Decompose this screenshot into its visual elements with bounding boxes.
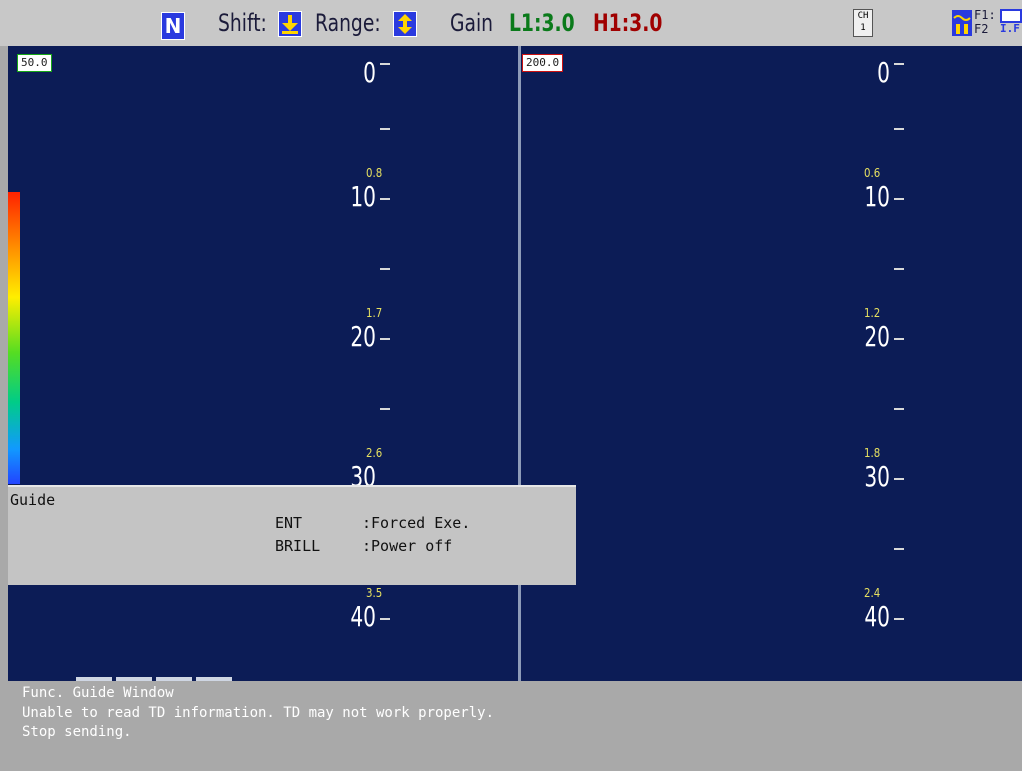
message-line-2: Stop sending. [22,724,132,740]
channel-number: 1 [860,23,866,33]
message-line-1: Unable to read TD information. TD may no… [22,705,495,721]
message-title: Func. Guide Window [22,685,174,701]
right-range-box: 200.0 [522,54,564,72]
right-depth-mark: 10 [864,180,890,213]
left-depth-mark: 0 [363,56,376,89]
f1-box [1000,9,1022,23]
right-tick [894,618,904,620]
guide-desc-brill: :Power off [362,537,453,555]
f2-label: F2 [974,22,989,36]
channel-indicator: CH 1 [853,9,873,37]
right-sub-value: 2.4 [864,586,881,600]
f2-value: I.F [1000,22,1020,35]
left-tick [380,198,390,200]
right-tick [894,408,904,410]
right-depth-mark: 0 [877,56,890,89]
right-tick [894,338,904,340]
gain-high-value: H1:3.0 [593,9,663,37]
range-label: Range: [315,9,381,37]
right-sub-value: 1.8 [864,446,881,460]
left-range-box: 50.0 [17,54,52,72]
left-sub-value: 0.8 [366,166,383,180]
guide-window: Guide ENT :Forced Exe. BRILL :Power off [8,485,576,585]
f1-label: F1: [974,8,996,22]
left-sub-value: 2.6 [366,446,383,460]
shift-arrow-icon[interactable] [278,11,302,37]
gain-low-value: L1:3.0 [509,9,575,37]
echo-mode-icon [952,10,972,36]
right-tick [894,478,904,480]
right-tick [894,548,904,550]
function-guide-window: Func. Guide Window Unable to read TD inf… [8,681,1022,771]
guide-desc-ent: :Forced Exe. [362,514,471,532]
left-depth-mark: 40 [350,600,376,633]
left-tick [380,128,390,130]
left-tick [380,63,390,65]
shift-label: Shift: [218,9,267,37]
right-tick [894,63,904,65]
left-depth-mark: 20 [350,320,376,353]
guide-title: Guide [10,491,56,509]
guide-key-brill: BRILL [275,537,321,555]
mode-indicator: N [161,12,185,40]
channel-label: CH [857,11,869,21]
left-tick [380,408,390,410]
range-arrows-icon[interactable] [393,11,417,37]
status-bar: N Shift: Range: Gain L1:3.0 H1:3.0 CH 1 … [0,0,1022,46]
right-sub-value: 0.6 [864,166,881,180]
left-tick [380,268,390,270]
gain-label: Gain [450,9,494,37]
right-depth-mark: 20 [864,320,890,353]
left-tick [380,618,390,620]
right-tick [894,268,904,270]
frequency-indicator: F1: F2 I.F [952,8,1022,38]
left-sub-value: 3.5 [366,586,383,600]
right-tick [894,198,904,200]
left-depth-mark: 10 [350,180,376,213]
right-depth-mark: 40 [864,600,890,633]
right-sub-value: 1.2 [864,306,881,320]
left-tick [380,338,390,340]
right-depth-mark: 30 [864,460,890,493]
right-tick [894,128,904,130]
left-sub-value: 1.7 [366,306,383,320]
guide-key-ent: ENT [275,514,303,532]
color-scale-bar [8,192,20,484]
panel-divider [518,46,521,681]
